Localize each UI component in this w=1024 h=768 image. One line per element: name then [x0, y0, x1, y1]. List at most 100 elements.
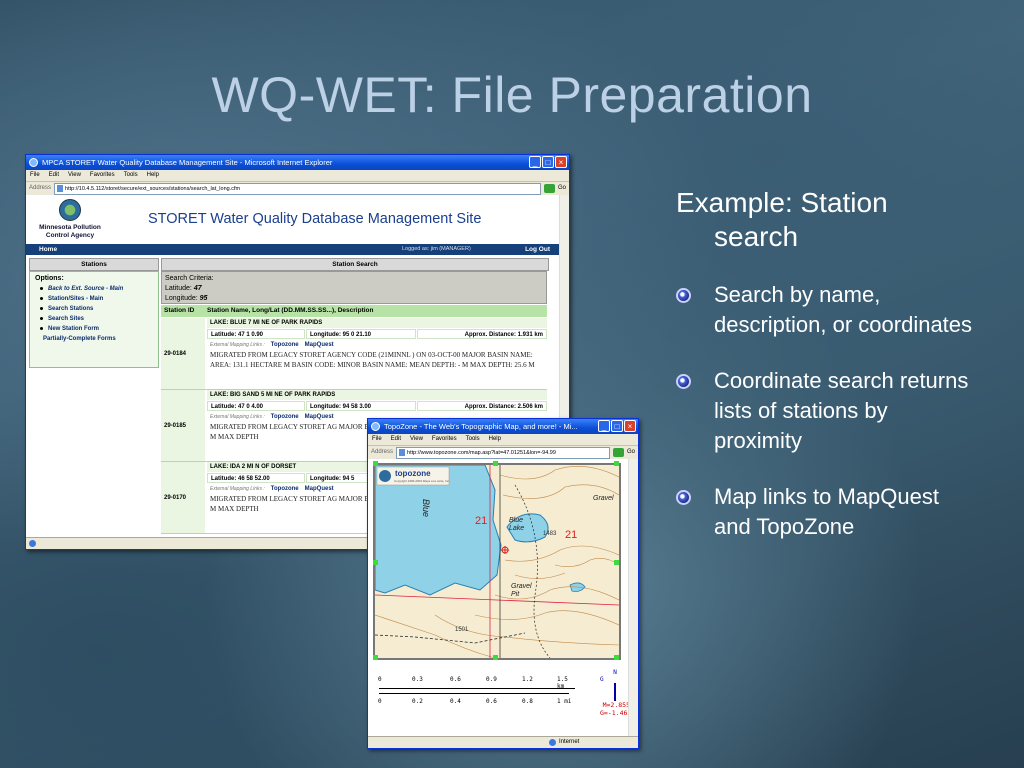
address-input[interactable]: http://10.4.5.112/storet/secure/ext_sour…	[54, 182, 541, 195]
topozone-link[interactable]: Topozone	[271, 486, 299, 492]
go-label[interactable]: Go	[558, 182, 569, 195]
menu-edit[interactable]: Edit	[391, 434, 401, 445]
menu-tools[interactable]: Tools	[124, 170, 138, 181]
address-url: http://10.4.5.112/storet/secure/ext_sour…	[65, 185, 241, 192]
col-station-id: Station ID	[164, 307, 195, 314]
col-description: Station Name, Long/Lat (DD.MM.SS.SS...),…	[207, 307, 374, 314]
topographic-map[interactable]: topozone Copyright 1999-2003 Maps a la c…	[373, 463, 621, 660]
go-label[interactable]: Go	[627, 446, 638, 459]
map-pan-handle[interactable]	[373, 461, 378, 466]
bullet-icon	[676, 490, 691, 505]
menu-help[interactable]: Help	[489, 434, 501, 445]
mi-tick: 1 mi	[557, 698, 572, 705]
minimize-button[interactable]: _	[529, 156, 541, 168]
mi-tick: 0	[378, 698, 382, 705]
bullet-item: Coordinate search returns lists of stati…	[676, 366, 976, 456]
address-input[interactable]: http://www.topozone.com/map.asp?lat=47.0…	[396, 446, 610, 459]
topozone-link[interactable]: Topozone	[271, 342, 299, 348]
sidebar-link-station-sites[interactable]: Station/Sites - Main	[30, 294, 158, 304]
mi-tick: 0.6	[486, 698, 497, 705]
maximize-button[interactable]: □	[542, 156, 554, 168]
minimize-button[interactable]: _	[598, 420, 610, 432]
vertical-scrollbar[interactable]	[628, 459, 638, 736]
topozone-status-bar: Internet	[368, 736, 638, 748]
sidebar-link-new-station[interactable]: New Station Form	[30, 324, 158, 334]
menu-file[interactable]: File	[372, 434, 382, 445]
close-button[interactable]: ×	[555, 156, 567, 168]
topozone-address-bar: Address http://www.topozone.com/map.asp?…	[368, 446, 638, 459]
top-nav-bar: Home Logged as: jim (MANAGER) Log Out	[26, 244, 560, 255]
station-id[interactable]: 29-0185	[161, 390, 205, 461]
address-label: Address	[371, 449, 394, 455]
mapquest-link[interactable]: MapQuest	[305, 342, 334, 348]
bullet-icon	[676, 288, 691, 303]
maximize-button[interactable]: □	[611, 420, 623, 432]
latitude-value: 47	[193, 285, 202, 292]
topozone-link[interactable]: Topozone	[271, 414, 299, 420]
logged-in-label: Logged as: jim (MANAGER)	[402, 246, 471, 252]
options-sidebar: Options: Back to Ext. Source - Main Stat…	[29, 271, 159, 368]
mpca-logo[interactable]: Minnesota Pollution Control Agency	[30, 199, 110, 240]
km-tick: 0.9	[486, 676, 497, 683]
map-pan-handle[interactable]	[373, 655, 378, 660]
station-distance: Approx. Distance: 1.931 km	[417, 329, 547, 339]
sidebar-link-back[interactable]: Back to Ext. Source - Main	[30, 284, 158, 294]
map-label-21b: 21	[565, 529, 578, 541]
menu-view[interactable]: View	[410, 434, 423, 445]
map-pan-handle[interactable]	[493, 461, 498, 466]
menu-edit[interactable]: Edit	[49, 170, 59, 181]
map-label-blue: Blue	[421, 499, 431, 518]
sidebar-link-partial-forms[interactable]: Partially-Complete Forms	[30, 334, 158, 344]
mapping-links: External Mapping Links : Topozone MapQuest	[210, 342, 334, 348]
go-icon[interactable]	[543, 184, 555, 193]
km-tick: 0	[378, 676, 382, 683]
menu-favorites[interactable]: Favorites	[432, 434, 457, 445]
map-pan-handle[interactable]	[614, 655, 619, 660]
storet-window-title: MPCA STORET Water Quality Database Manag…	[42, 158, 333, 167]
mapquest-link[interactable]: MapQuest	[305, 414, 334, 420]
longitude-value: 95	[199, 295, 208, 302]
bullet-item: Map links to MapQuest and TopoZone	[676, 482, 976, 542]
km-tick: 0.3	[412, 676, 423, 683]
north-arrow-icon	[614, 683, 616, 701]
close-button[interactable]: ×	[624, 420, 636, 432]
logout-link[interactable]: Log Out	[525, 244, 550, 255]
ie-icon	[29, 158, 38, 167]
criteria-label: Search Criteria:	[165, 275, 214, 282]
topozone-menu-bar: File Edit View Favorites Tools Help	[368, 434, 638, 446]
sidebar-link-search-sites[interactable]: Search Sites	[30, 314, 158, 324]
map-pan-handle[interactable]	[373, 560, 378, 565]
station-latitude: Latitude: 47 0 4.00	[207, 401, 305, 411]
menu-favorites[interactable]: Favorites	[90, 170, 115, 181]
slide-title: WQ-WET: File Preparation	[211, 67, 813, 123]
topo-map-graphic: topozone Copyright 1999-2003 Maps a la c…	[375, 465, 619, 658]
storet-title-bar[interactable]: MPCA STORET Water Quality Database Manag…	[26, 155, 569, 170]
mpca-logo-text: Minnesota Pollution Control Agency	[39, 224, 101, 239]
mapquest-link[interactable]: MapQuest	[305, 486, 334, 492]
map-pan-handle[interactable]	[493, 655, 498, 660]
home-link[interactable]: Home	[39, 244, 57, 255]
page-icon	[399, 448, 406, 456]
menu-file[interactable]: File	[30, 170, 40, 181]
declination-diagram: N G M=2.855 G=-1.463	[600, 669, 631, 729]
topozone-title-bar[interactable]: TopoZone - The Web's Topographic Map, an…	[368, 419, 638, 434]
map-pan-handle[interactable]	[614, 461, 619, 466]
mpca-logo-icon	[59, 199, 81, 221]
latitude-label: Latitude:	[165, 285, 192, 292]
station-id[interactable]: 29-0170	[161, 462, 205, 533]
station-id[interactable]: 29-0184	[161, 318, 205, 389]
m-value: M=2.855	[602, 701, 630, 709]
menu-view[interactable]: View	[68, 170, 81, 181]
map-label-21a: 21	[475, 515, 488, 527]
station-name: LAKE: BLUE 7 MI NE OF PARK RAPIDS	[207, 318, 547, 328]
go-icon[interactable]	[612, 448, 624, 457]
mi-tick: 0.4	[450, 698, 461, 705]
stations-header: Stations	[29, 258, 159, 271]
storet-menu-bar: File Edit View Favorites Tools Help	[26, 170, 569, 182]
menu-tools[interactable]: Tools	[466, 434, 480, 445]
menu-help[interactable]: Help	[147, 170, 159, 181]
map-pan-handle[interactable]	[614, 560, 619, 565]
station-row: 29-0184 LAKE: BLUE 7 MI NE OF PARK RAPID…	[161, 318, 547, 390]
sidebar-link-search-stations[interactable]: Search Stations	[30, 304, 158, 314]
station-latitude: Latitude: 47 1 0.90	[207, 329, 305, 339]
